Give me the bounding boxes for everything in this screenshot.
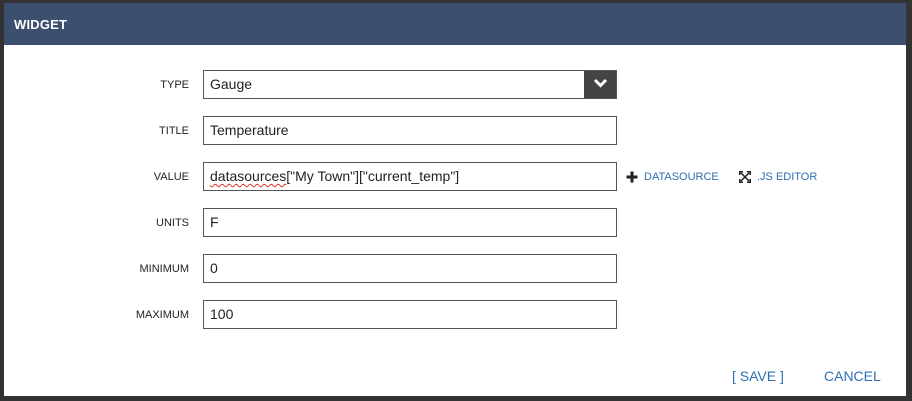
- save-button[interactable]: [ SAVE ]: [732, 368, 784, 384]
- minimum-input[interactable]: 0: [203, 254, 617, 283]
- value-input-rest: ["My Town"]["current_temp"]: [286, 168, 460, 184]
- maximum-input-value: 100: [210, 306, 234, 322]
- minimum-label: MINIMUM: [139, 263, 190, 275]
- js-editor-link[interactable]: .JS EDITOR: [738, 170, 818, 184]
- type-select-value: Gauge: [210, 76, 253, 92]
- expand-icon: [738, 170, 752, 184]
- js-editor-link-label: .JS EDITOR: [757, 171, 818, 183]
- widget-dialog: WIDGET TYPE Gauge TITLE Temperature VALU…: [4, 3, 906, 396]
- cancel-button[interactable]: CANCEL: [824, 368, 881, 384]
- datasource-link-label: DATASOURCE: [644, 171, 719, 183]
- value-input[interactable]: datasources["My Town"]["current_temp"]: [203, 162, 617, 191]
- units-input-value: F: [210, 214, 219, 230]
- type-label: TYPE: [160, 79, 189, 91]
- minimum-input-value: 0: [210, 260, 218, 276]
- type-select[interactable]: Gauge: [203, 70, 617, 99]
- maximum-label: MAXIMUM: [135, 309, 189, 321]
- value-input-spellcheck-word: datasources: [210, 168, 287, 184]
- maximum-input[interactable]: 100: [203, 300, 617, 329]
- dialog-title: WIDGET: [14, 17, 68, 32]
- plus-icon: [626, 171, 638, 183]
- datasource-link[interactable]: DATASOURCE: [626, 171, 719, 183]
- units-label: UNITS: [156, 217, 189, 229]
- chevron-down-icon: [593, 78, 608, 88]
- select-dropdown-button[interactable]: [584, 71, 616, 98]
- title-input-value: Temperature: [210, 122, 289, 138]
- title-label: TITLE: [159, 125, 189, 137]
- value-label: VALUE: [153, 171, 189, 183]
- dialog-header: WIDGET: [4, 3, 906, 45]
- units-input[interactable]: F: [203, 208, 617, 237]
- title-input[interactable]: Temperature: [203, 116, 617, 145]
